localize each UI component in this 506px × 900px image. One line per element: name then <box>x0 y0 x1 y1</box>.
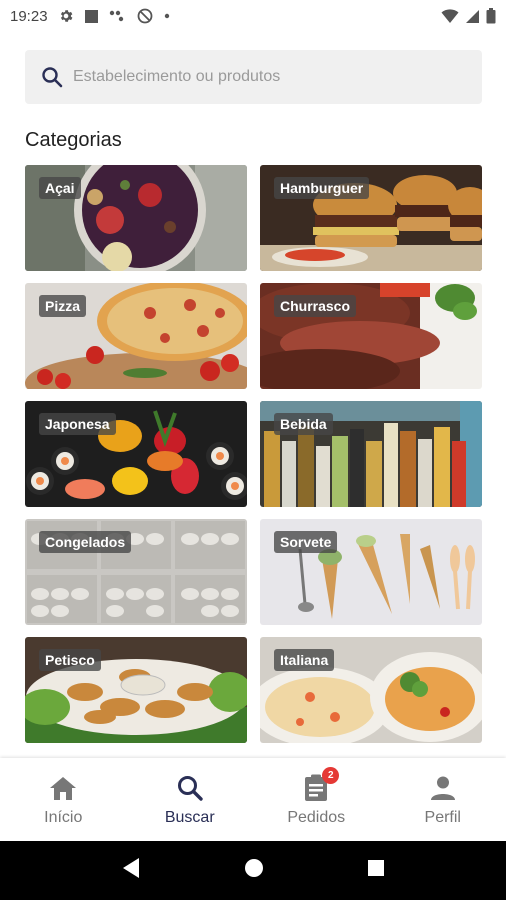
signal-icon <box>465 9 480 24</box>
section-title: Categorias <box>25 129 122 151</box>
nav-label: Perfil <box>424 808 461 826</box>
category-tile-japonesa[interactable]: Japonesa <box>25 401 247 507</box>
category-label: Japonesa <box>39 413 116 435</box>
category-tile-sorvete[interactable]: Sorvete <box>260 519 482 625</box>
person-icon <box>428 773 458 803</box>
at-icon <box>137 8 153 24</box>
category-label: Churrasco <box>274 295 357 317</box>
nav-pedidos[interactable]: 2 Pedidos <box>253 758 380 841</box>
category-tile-churrasco[interactable]: Churrasco <box>260 283 482 389</box>
category-label: Congelados <box>39 531 132 553</box>
nav-label: Buscar <box>164 808 215 826</box>
battery-icon <box>486 8 496 24</box>
category-label: Italiana <box>274 649 335 671</box>
category-label: Pizza <box>39 295 87 317</box>
category-label: Hamburguer <box>274 177 370 199</box>
gear-icon <box>58 8 74 24</box>
home-icon <box>48 773 78 803</box>
status-bar: 19:23 <box>0 0 506 32</box>
category-label: Petisco <box>39 649 101 671</box>
wifi-icon <box>441 8 459 24</box>
home-circle-icon[interactable] <box>244 858 264 883</box>
orders-badge: 2 <box>322 766 340 784</box>
category-label: Açai <box>39 177 81 199</box>
dots-icon <box>109 9 127 23</box>
search-icon <box>175 773 205 803</box>
square-icon <box>84 9 99 24</box>
back-icon[interactable] <box>121 857 141 884</box>
search-input[interactable] <box>73 68 453 86</box>
category-tile-congelados[interactable]: Congelados <box>25 519 247 625</box>
android-nav-bar <box>0 841 506 900</box>
category-tile-italiana[interactable]: Italiana <box>260 637 482 743</box>
category-tile-bebida[interactable]: Bebida <box>260 401 482 507</box>
nav-inicio[interactable]: Início <box>0 758 127 841</box>
category-grid: Açai Hamburguer Pizza Churrasco Japonesa… <box>25 165 482 755</box>
category-tile-hamburguer[interactable]: Hamburguer <box>260 165 482 271</box>
search-bar[interactable] <box>25 50 482 104</box>
category-label: Sorvete <box>274 531 338 553</box>
nav-buscar[interactable]: Buscar <box>127 758 254 841</box>
category-label: Bebida <box>274 413 333 435</box>
category-tile-petisco[interactable]: Petisco <box>25 637 247 743</box>
status-time: 19:23 <box>10 7 48 25</box>
recents-icon[interactable] <box>367 859 385 882</box>
bottom-navigation: Início Buscar 2 Pedidos Perfil <box>0 758 506 841</box>
category-tile-acai[interactable]: Açai <box>25 165 247 271</box>
search-icon <box>39 64 65 90</box>
dot-icon <box>163 12 171 20</box>
nav-perfil[interactable]: Perfil <box>380 758 506 841</box>
category-tile-pizza[interactable]: Pizza <box>25 283 247 389</box>
nav-label: Pedidos <box>287 808 346 826</box>
nav-label: Início <box>44 808 83 826</box>
orders-icon: 2 <box>301 766 340 803</box>
